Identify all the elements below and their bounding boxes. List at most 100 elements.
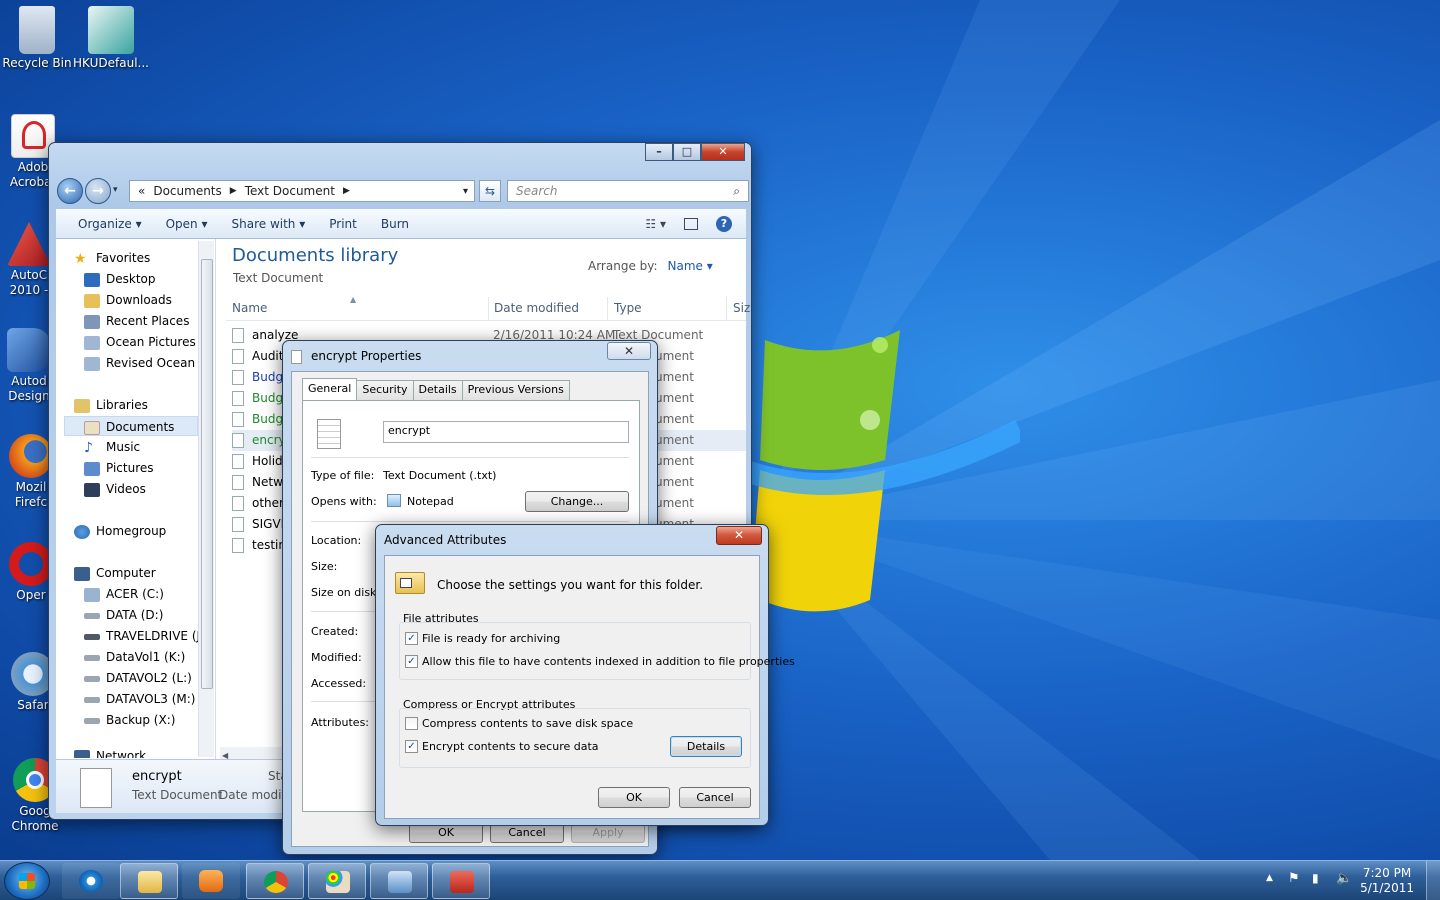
nav-label: Libraries: [96, 398, 148, 412]
nav-computer[interactable]: Computer: [74, 563, 156, 583]
taskbar-windows-explorer[interactable]: [120, 863, 178, 899]
address-bar[interactable]: « Documents ▶ Text Document ▶ ▾: [129, 180, 475, 202]
tab-general[interactable]: General: [302, 378, 358, 400]
nav-label: Computer: [96, 566, 156, 580]
nav-favorites[interactable]: ★ Favorites: [74, 248, 150, 268]
tab-previous-versions[interactable]: Previous Versions: [461, 380, 570, 400]
forward-button[interactable]: →: [85, 178, 111, 204]
print-button[interactable]: Print: [317, 217, 369, 231]
start-button[interactable]: [4, 862, 50, 900]
checkbox-label: Encrypt contents to secure data: [422, 740, 599, 753]
taskbar-media-player[interactable]: [182, 863, 240, 899]
refresh-button[interactable]: ⇆: [479, 180, 501, 202]
search-input[interactable]: Search ⌕: [507, 180, 749, 202]
column-size[interactable]: Siz: [726, 297, 750, 321]
taskbar-control-panel[interactable]: [370, 863, 428, 899]
nav-recent-places[interactable]: Recent Places: [84, 311, 189, 331]
nav-network[interactable]: Network: [74, 746, 146, 758]
close-button[interactable]: ✕: [716, 526, 762, 545]
encrypt-checkbox[interactable]: ✓ Encrypt contents to secure data: [405, 740, 599, 753]
breadcrumb-text-document[interactable]: Text Document: [245, 184, 335, 198]
back-button[interactable]: ←: [57, 178, 83, 204]
nav-drive-k[interactable]: DataVol1 (K:): [84, 647, 185, 667]
details-button[interactable]: Details: [670, 736, 742, 757]
checkbox-box[interactable]: ✓: [405, 655, 418, 668]
tab-details[interactable]: Details: [412, 380, 463, 400]
cancel-button[interactable]: Cancel: [679, 787, 751, 808]
file-name: Audit: [252, 349, 284, 363]
network-signal-icon[interactable]: ▮: [1312, 871, 1319, 885]
window-controls: – □ ✕: [645, 143, 745, 161]
maximize-button[interactable]: □: [673, 143, 701, 161]
checkbox-box[interactable]: ✓: [405, 632, 418, 645]
burn-button[interactable]: Burn: [369, 217, 421, 231]
filename-input[interactable]: encrypt: [383, 421, 629, 443]
breadcrumb-documents[interactable]: Documents: [153, 184, 221, 198]
nav-drive-l[interactable]: DATAVOL2 (L:): [84, 668, 192, 688]
organize-menu[interactable]: Organize ▾: [66, 217, 154, 231]
nav-downloads[interactable]: Downloads: [84, 290, 172, 310]
action-center-flag-icon[interactable]: ⚑: [1288, 871, 1300, 886]
preview-pane-icon[interactable]: [684, 217, 698, 230]
checkbox-box[interactable]: [405, 717, 418, 730]
arrange-by-dropdown[interactable]: Name ▾: [668, 259, 713, 273]
desktop-icon-recycle-bin[interactable]: Recycle Bin: [0, 6, 76, 71]
taskbar-internet-explorer[interactable]: [62, 863, 120, 899]
nav-drive-m[interactable]: DATAVOL3 (M:): [84, 689, 195, 709]
column-type[interactable]: Type: [607, 297, 642, 321]
archive-checkbox[interactable]: ✓ File is ready for archiving: [405, 632, 560, 645]
ok-button[interactable]: OK: [598, 787, 670, 808]
tab-security[interactable]: Security: [356, 380, 414, 400]
nav-drive-c[interactable]: ACER (C:): [84, 584, 164, 604]
close-button[interactable]: ✕: [607, 342, 651, 360]
nav-drive-j[interactable]: TRAVELDRIVE (J:): [84, 626, 209, 646]
minimize-button[interactable]: –: [645, 143, 673, 161]
close-button[interactable]: ✕: [701, 143, 745, 161]
column-date-modified[interactable]: Date modified: [488, 297, 579, 321]
sort-ascending-icon: ▲: [350, 295, 357, 304]
column-name[interactable]: Name: [232, 301, 267, 315]
checkbox-box[interactable]: ✓: [405, 740, 418, 753]
volume-icon[interactable]: 🔈: [1336, 871, 1352, 886]
search-placeholder: Search: [516, 184, 558, 198]
nav-libraries[interactable]: Libraries: [74, 395, 148, 415]
file-name: encry: [252, 433, 286, 447]
clock-date: 5/1/2011: [1360, 881, 1414, 895]
nav-revised-ocean[interactable]: Revised Ocean Pi: [84, 353, 209, 373]
system-clock[interactable]: 7:20 PM 5/1/2011: [1360, 866, 1414, 896]
nav-desktop[interactable]: Desktop: [84, 269, 156, 289]
control-panel-icon: [388, 871, 412, 893]
open-menu[interactable]: Open ▾: [154, 217, 220, 231]
scrollbar-thumb[interactable]: [201, 259, 213, 689]
taskbar: ▲ ⚑ ▮ 🔈 7:20 PM 5/1/2011: [0, 860, 1440, 900]
nav-music[interactable]: ♪ Music: [84, 437, 140, 457]
nav-ocean-pictures[interactable]: Ocean Pictures: [84, 332, 196, 352]
advanced-attributes-dialog: Advanced Attributes ✕ Choose the setting…: [375, 524, 795, 826]
change-button[interactable]: Change...: [525, 491, 629, 512]
taskbar-chrome[interactable]: [246, 863, 304, 899]
nav-videos[interactable]: Videos: [84, 479, 146, 499]
compress-checkbox[interactable]: Compress contents to save disk space: [405, 717, 633, 730]
nav-homegroup[interactable]: Homegroup: [74, 521, 166, 541]
share-with-menu[interactable]: Share with ▾: [220, 217, 318, 231]
taskbar-paint[interactable]: [308, 863, 366, 899]
nav-pictures[interactable]: Pictures: [84, 458, 154, 478]
index-checkbox[interactable]: ✓ Allow this file to have contents indexe…: [405, 655, 795, 668]
desktop-icon-hkudefault[interactable]: HKUDefaul...: [72, 6, 150, 71]
taskbar-toolbox[interactable]: [432, 863, 490, 899]
help-icon[interactable]: ?: [716, 215, 732, 232]
checkbox-label: File is ready for archiving: [422, 632, 561, 645]
nav-drive-x[interactable]: Backup (X:): [84, 710, 175, 730]
chrome-icon: [264, 871, 288, 893]
nav-scrollbar[interactable]: [198, 241, 214, 757]
nav-documents[interactable]: Documents: [64, 416, 198, 436]
nav-label: DATA (D:): [106, 608, 164, 622]
change-view-icon[interactable]: ☷ ▾: [645, 217, 666, 231]
breadcrumb-overflow[interactable]: «: [138, 184, 145, 198]
show-desktop-button[interactable]: [1426, 861, 1440, 900]
address-dropdown-icon[interactable]: ▾: [463, 186, 468, 197]
recent-pages-chevron-icon[interactable]: ▾: [113, 185, 118, 195]
nav-drive-d[interactable]: DATA (D:): [84, 605, 163, 625]
show-hidden-icons-icon[interactable]: ▲: [1266, 873, 1273, 883]
music-icon: ♪: [84, 439, 93, 456]
